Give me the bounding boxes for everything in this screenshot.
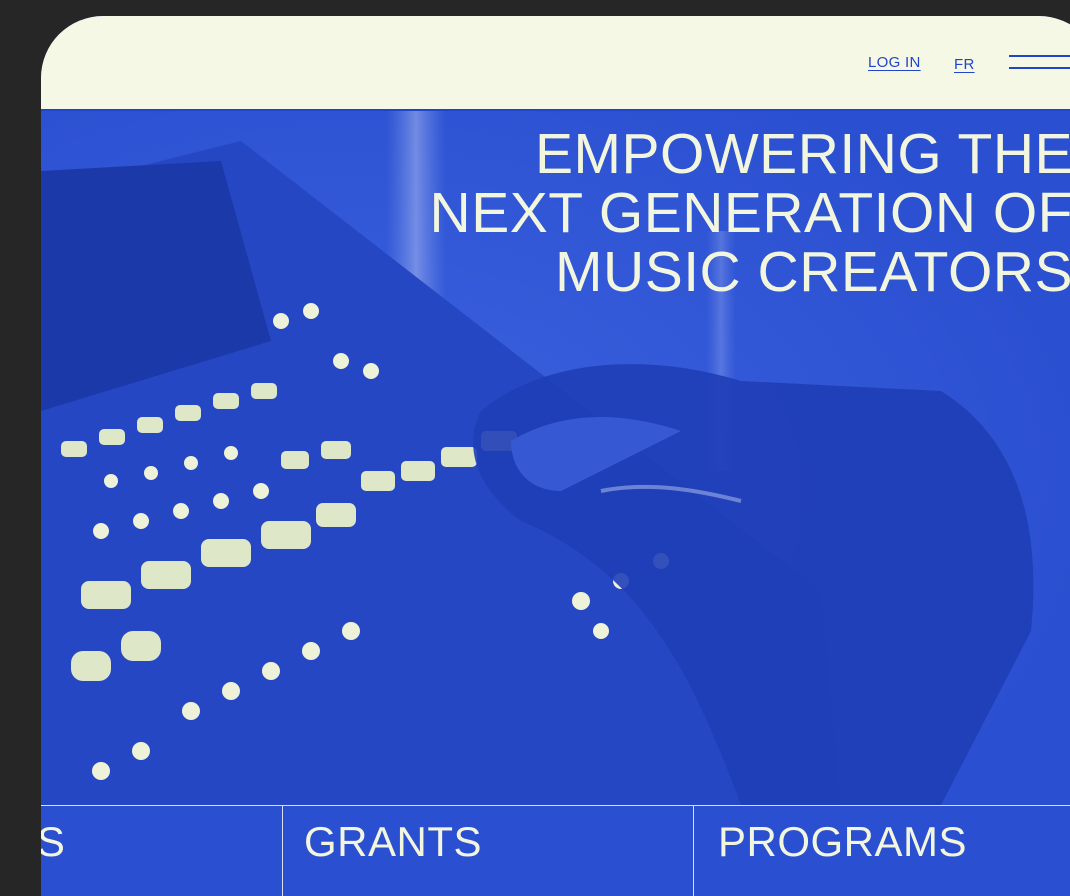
- bottom-section-nav: DS GRANTS PROGRAMS: [41, 805, 1070, 896]
- nav-tab-partial[interactable]: DS: [41, 806, 283, 896]
- headline-line: EMPOWERING THE: [535, 122, 1070, 186]
- language-toggle-link[interactable]: FR: [954, 56, 975, 73]
- login-link[interactable]: LOG IN: [868, 54, 921, 71]
- top-nav-bar: LOG IN FR: [41, 16, 1070, 111]
- hamburger-menu-icon[interactable]: [1009, 53, 1070, 73]
- menu-line: [1009, 67, 1070, 69]
- hero-section: EMPOWERING THE NEXT GENERATION OF MUSIC …: [41, 111, 1070, 805]
- browser-frame: LOG IN FR EMPOWERING THE NEXT GENERATION…: [41, 16, 1070, 896]
- headline-line: MUSIC CREATORS: [555, 240, 1070, 304]
- nav-tab-grants[interactable]: GRANTS: [282, 806, 694, 896]
- nav-tab-label: GRANTS: [304, 818, 483, 865]
- nav-tab-label: DS: [41, 818, 66, 865]
- hero-headline: EMPOWERING THE NEXT GENERATION OF MUSIC …: [430, 125, 1070, 302]
- nav-tab-label: PROGRAMS: [718, 818, 968, 865]
- headline-line: NEXT GENERATION OF: [429, 181, 1070, 245]
- nav-tab-programs[interactable]: PROGRAMS: [693, 806, 1070, 896]
- menu-line: [1009, 55, 1070, 57]
